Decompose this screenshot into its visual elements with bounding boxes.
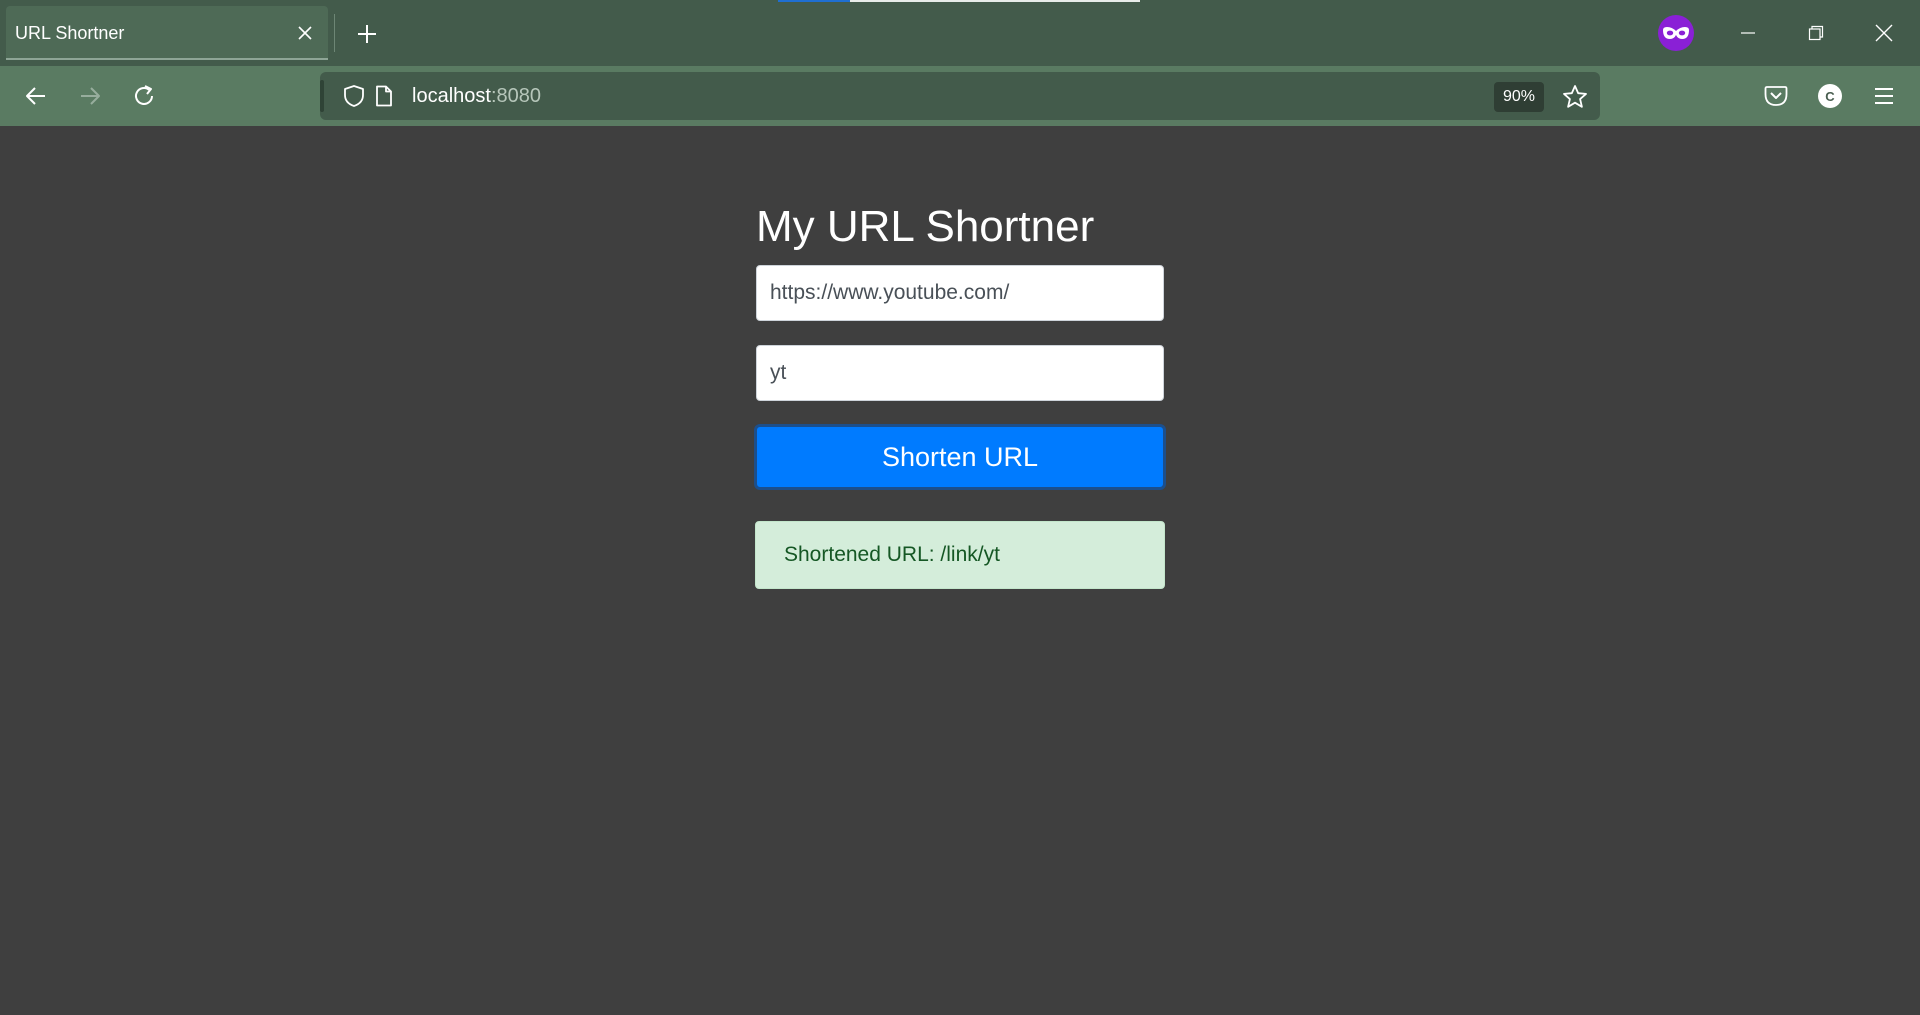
address-bar[interactable]: localhost:8080 90% xyxy=(320,72,1600,120)
url-host: localhost xyxy=(412,85,491,107)
address-bar-edge xyxy=(320,80,324,112)
star-icon[interactable] xyxy=(1560,82,1590,112)
page-title: My URL Shortner xyxy=(756,202,1095,251)
reload-icon[interactable] xyxy=(126,78,162,114)
arrow-left-icon[interactable] xyxy=(18,78,54,114)
restore-icon[interactable] xyxy=(1798,16,1834,50)
loading-indicator-track xyxy=(850,0,1140,2)
close-window-icon[interactable] xyxy=(1866,16,1902,50)
shortened-url-alert: Shortened URL: /link/yt xyxy=(755,521,1165,589)
navigation-toolbar: localhost:8080 90% C xyxy=(0,66,1920,126)
long-url-input[interactable] xyxy=(756,265,1164,321)
account-avatar[interactable]: C xyxy=(1818,84,1842,108)
close-icon[interactable] xyxy=(292,20,318,46)
url-port: :8080 xyxy=(490,85,541,107)
shortened-url-text: Shortened URL: /link/yt xyxy=(784,543,1000,566)
alias-input[interactable] xyxy=(756,345,1164,401)
tab-url-shortner[interactable]: URL Shortner xyxy=(6,6,328,60)
page-content: My URL Shortner Shorten URL Shortened UR… xyxy=(0,126,1920,1015)
minimize-icon[interactable] xyxy=(1730,16,1766,50)
arrow-right-icon[interactable] xyxy=(72,78,108,114)
shorten-url-button[interactable]: Shorten URL xyxy=(754,424,1166,490)
pocket-icon[interactable] xyxy=(1758,78,1794,114)
tab-title: URL Shortner xyxy=(15,23,125,43)
tab-strip: URL Shortner xyxy=(0,0,1920,66)
plus-icon[interactable] xyxy=(350,17,384,51)
private-browsing-mask-icon[interactable] xyxy=(1658,15,1694,51)
tab-separator xyxy=(334,14,335,52)
hamburger-icon[interactable] xyxy=(1866,78,1902,114)
loading-indicator-active xyxy=(778,0,850,2)
url-text[interactable]: localhost:8080 xyxy=(412,85,541,108)
shield-icon[interactable] xyxy=(342,84,366,108)
zoom-level-badge[interactable]: 90% xyxy=(1494,82,1544,112)
page-icon[interactable] xyxy=(372,84,396,108)
